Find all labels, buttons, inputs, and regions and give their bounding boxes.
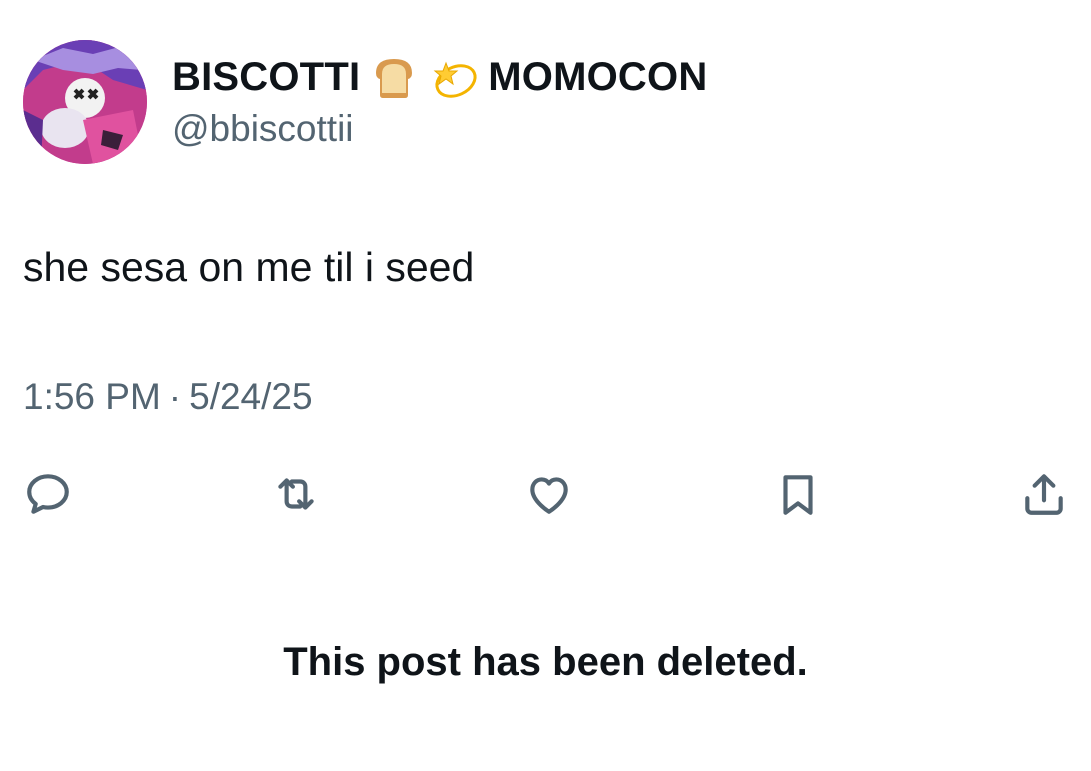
reply-icon [27,474,69,514]
post-time[interactable]: 1:56 PM [23,376,161,417]
bookmark-icon [783,475,813,515]
like-icon [530,477,568,514]
repost-icon [278,478,314,510]
post-text: she sesa on me til i seed [23,244,475,290]
bread-emoji [368,51,420,103]
display-name-part2: MOMOCON [488,54,708,99]
meta-separator: · [168,376,182,417]
post-meta: 1:56 PM · 5/24/25 [23,376,313,418]
display-name[interactable]: BISCOTTI MOMOCON [172,50,707,104]
share-icon [1025,474,1063,515]
handle[interactable]: @bbiscottii [172,108,354,150]
dizzy-emoji [428,51,480,103]
deleted-notice: This post has been deleted. [283,640,808,684]
action-bar [0,466,1091,526]
bookmark-button[interactable] [770,466,826,522]
reply-button[interactable] [20,466,76,522]
display-name-part1: BISCOTTI [172,54,361,99]
share-button[interactable] [1016,466,1072,522]
like-button[interactable] [521,466,577,522]
avatar[interactable] [23,40,147,164]
post-date[interactable]: 5/24/25 [189,376,312,417]
repost-button[interactable] [268,466,324,522]
avatar-image [23,40,147,164]
